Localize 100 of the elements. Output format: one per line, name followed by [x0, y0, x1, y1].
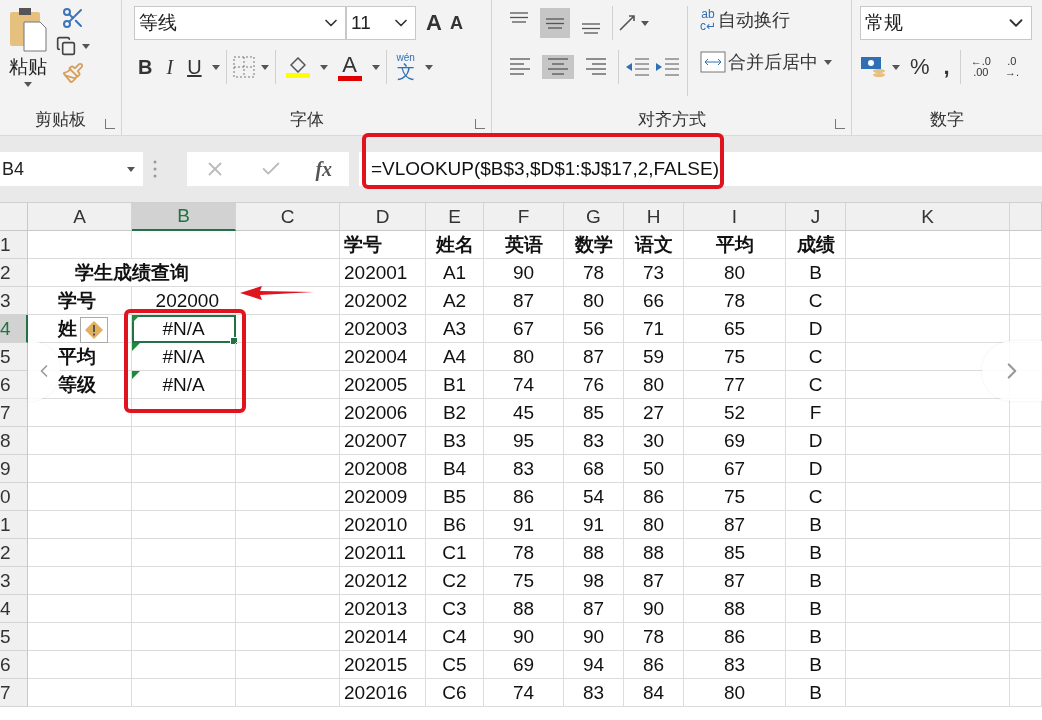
table-cell: 85 — [564, 399, 624, 427]
table-cell: 202011 — [340, 539, 426, 567]
merge-center-button[interactable]: 合并后居中 — [696, 48, 822, 76]
column-header[interactable]: A — [28, 203, 132, 231]
row-header[interactable]: 6 — [0, 651, 28, 679]
phonetic-button[interactable]: wén 文 — [392, 51, 419, 83]
grow-font-button[interactable]: A — [422, 8, 446, 38]
row-header[interactable]: 7 — [0, 399, 28, 427]
column-header[interactable]: G — [564, 203, 624, 231]
table-cell: B — [786, 539, 846, 567]
table-cell: 202002 — [340, 287, 426, 315]
row-header[interactable]: 8 — [0, 427, 28, 455]
increase-decimal-button[interactable]: .0 →. — [1000, 54, 1023, 80]
dialog-launcher-icon[interactable] — [475, 119, 485, 129]
row-header[interactable]: 2 — [0, 539, 28, 567]
font-size-field[interactable]: 11 — [346, 6, 416, 40]
fill-handle[interactable] — [230, 337, 238, 345]
column-header[interactable]: B — [132, 203, 236, 231]
caret-icon[interactable] — [82, 43, 90, 49]
paste-button[interactable]: 粘贴 — [8, 6, 48, 108]
caret-icon[interactable] — [371, 64, 380, 70]
table-cell[interactable]: #N/A — [132, 371, 236, 399]
row-header[interactable]: 5 — [0, 343, 28, 371]
table-cell: 45 — [484, 399, 564, 427]
empty-cell — [1010, 539, 1042, 567]
align-icon — [584, 57, 608, 77]
caret-icon[interactable] — [127, 166, 135, 172]
table-cell: 94 — [564, 651, 624, 679]
number-format-field[interactable]: 常规 — [860, 6, 1032, 40]
percent-button[interactable]: % — [906, 52, 934, 82]
warning-button[interactable] — [80, 317, 108, 343]
formula-field[interactable]: =VLOOKUP($B$3,$D$1:$J$17,2,FALSE) — [359, 152, 1042, 186]
vertical-align-button[interactable] — [540, 8, 570, 38]
font-name-field[interactable]: 等线 — [134, 6, 346, 40]
bold-button[interactable]: B — [134, 53, 157, 81]
shrink-font-button[interactable]: A — [445, 10, 467, 36]
table-cell: 69 — [484, 651, 564, 679]
empty-cell — [1010, 231, 1042, 259]
row-header[interactable]: 1 — [0, 511, 28, 539]
scissors-icon[interactable] — [61, 6, 85, 30]
caret-icon[interactable] — [211, 64, 220, 70]
column-header[interactable]: D — [340, 203, 426, 231]
caret-icon[interactable] — [260, 64, 269, 70]
table-cell: B6 — [426, 511, 484, 539]
decrease-indent-icon[interactable] — [625, 58, 649, 76]
column-header[interactable]: E — [426, 203, 484, 231]
row-header[interactable]: 0 — [0, 483, 28, 511]
row-header[interactable]: 1 — [0, 231, 28, 259]
table-cell: 86 — [684, 623, 786, 651]
row-header[interactable]: 6 — [0, 371, 28, 399]
underline-button[interactable]: U — [183, 53, 206, 81]
caret-icon[interactable] — [319, 64, 328, 70]
table-cell: 86 — [624, 651, 684, 679]
error-indicator-icon — [132, 371, 140, 379]
decrease-decimal-button[interactable]: ←.0 .00 — [966, 54, 995, 80]
column-header[interactable]: K — [846, 203, 1010, 231]
row-header[interactable]: 4 — [0, 315, 28, 343]
dialog-launcher-icon[interactable] — [105, 119, 115, 129]
caret-icon[interactable] — [424, 64, 433, 70]
currency-icon[interactable] — [860, 56, 886, 78]
column-title: 姓名 — [426, 231, 484, 259]
row-header[interactable]: 3 — [0, 287, 28, 315]
align-icon — [546, 57, 570, 77]
row-header[interactable]: 5 — [0, 623, 28, 651]
increase-indent-icon[interactable] — [655, 58, 679, 76]
table-cell: 202009 — [340, 483, 426, 511]
table-cell: F — [786, 399, 846, 427]
table-cell: 54 — [564, 483, 624, 511]
empty-cell — [1010, 511, 1042, 539]
column-header[interactable]: H — [624, 203, 684, 231]
column-header[interactable]: I — [684, 203, 786, 231]
row-header[interactable]: 2 — [0, 259, 28, 287]
table-cell: 202004 — [340, 343, 426, 371]
insert-function-button[interactable]: fx — [315, 157, 333, 181]
comma-style-button[interactable]: , — [939, 52, 954, 82]
row-header[interactable]: 7 — [0, 679, 28, 707]
row-header[interactable]: 9 — [0, 455, 28, 483]
dialog-launcher-icon[interactable] — [835, 119, 845, 129]
row-header[interactable]: 3 — [0, 567, 28, 595]
align-icon — [546, 17, 564, 29]
empty-cell — [1010, 623, 1042, 651]
caret-icon[interactable] — [892, 64, 900, 70]
table-cell[interactable]: 202000 — [132, 287, 236, 315]
caret-icon[interactable] — [24, 82, 32, 87]
name-box[interactable]: B4 — [0, 152, 143, 186]
caret-icon[interactable] — [641, 20, 649, 26]
table-cell: D — [786, 455, 846, 483]
column-header[interactable]: F — [484, 203, 564, 231]
font-color-button[interactable]: A — [333, 51, 366, 83]
table-cell[interactable]: #N/A — [132, 343, 236, 371]
row-header[interactable]: 4 — [0, 595, 28, 623]
table-cell: C1 — [426, 539, 484, 567]
copy-icon[interactable] — [56, 36, 76, 56]
column-header[interactable]: J — [786, 203, 846, 231]
caret-icon[interactable] — [824, 59, 832, 65]
text-orientation-icon[interactable] — [619, 15, 635, 31]
column-header[interactable]: C — [236, 203, 340, 231]
table-cell[interactable]: #N/A — [132, 315, 236, 343]
italic-button[interactable]: I — [162, 53, 178, 81]
horizontal-align-button[interactable] — [542, 55, 574, 79]
